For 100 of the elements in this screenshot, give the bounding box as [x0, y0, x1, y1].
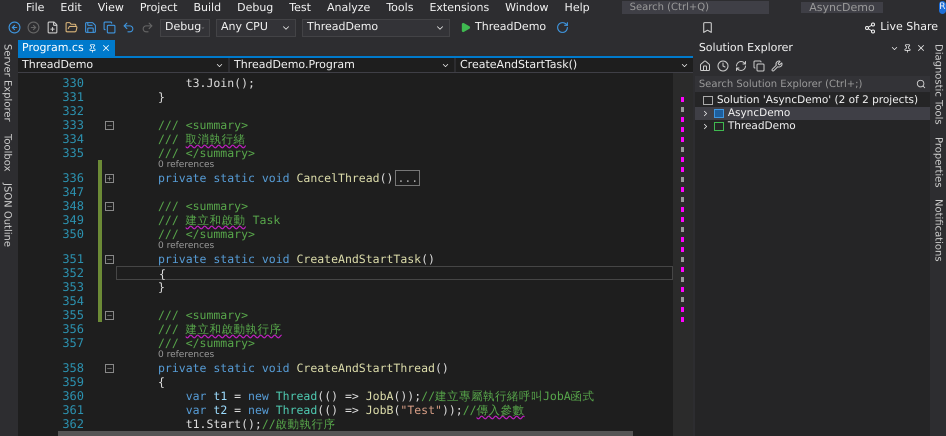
collapse-icon[interactable] [104, 310, 114, 320]
member-dropdown[interactable]: CreateAndStartTask() [456, 58, 693, 72]
search-field[interactable]: Search Solution Explorer (Ctrl+;) [694, 76, 930, 92]
copy-icon[interactable] [752, 60, 765, 72]
code-line: t3.Join(); [184, 76, 256, 90]
code-line: /// </summary> [157, 146, 256, 160]
horizontal-scrollbar[interactable] [58, 431, 633, 436]
collapse-icon[interactable] [104, 202, 114, 210]
collapse-icon[interactable] [104, 254, 114, 264]
code-line: var t2 = new Thread(() => JobB("Test"));//傳入參數 [184, 403, 526, 417]
redo-icon[interactable] [141, 21, 154, 34]
menu-item[interactable]: Debug [237, 2, 274, 13]
back-icon[interactable] [8, 21, 21, 34]
play-icon [460, 22, 471, 33]
tool-window-tab[interactable]: Toolbox [0, 134, 14, 172]
code-line: /// </summary> [157, 227, 256, 241]
references-codelens[interactable]: 0 references [158, 350, 214, 361]
tool-window-tab[interactable]: Notifications [930, 199, 946, 262]
menu-item[interactable]: File [26, 2, 44, 13]
menu-item[interactable]: Window [505, 2, 549, 13]
code-line: var t1 = new Thread(() => JobA());//建立專屬執行緒呼叫JobA函式 [184, 389, 596, 403]
line-number: 336 [61, 171, 85, 185]
line-number: 335 [61, 146, 85, 160]
refresh-icon[interactable] [556, 21, 570, 34]
platform-dropdown[interactable]: Any CPU [216, 18, 296, 36]
code-line: private static void CancelThread() ... [157, 171, 422, 185]
tool-window-tab[interactable]: Server Explorer [0, 44, 14, 122]
line-number: 333 [61, 118, 85, 132]
line-number: 359 [61, 375, 85, 389]
code-line: /// </summary> [157, 336, 256, 350]
class-dropdown[interactable]: ThreadDemo.Program [230, 58, 454, 72]
line-number: 356 [61, 322, 85, 336]
references-codelens[interactable]: 0 references [158, 160, 214, 171]
collapse-icon[interactable] [104, 120, 114, 130]
search-icon [916, 79, 926, 89]
menu-item[interactable]: View [98, 2, 124, 13]
startup-project-dropdown[interactable]: ThreadDemo [302, 18, 450, 36]
home-icon[interactable] [698, 60, 711, 72]
line-number: 362 [61, 417, 85, 431]
vertical-scrollbar[interactable] [672, 73, 693, 436]
panel-title: Solution Explorer [698, 40, 793, 56]
code-line: /// <summary> [157, 308, 250, 322]
references-codelens[interactable]: 0 references [158, 241, 214, 252]
avatar[interactable]: R [938, 1, 946, 14]
save-icon[interactable] [84, 21, 97, 34]
line-number: 330 [61, 76, 85, 90]
line-number: 334 [61, 132, 85, 146]
code-line: /// 取消執行緒 [157, 132, 247, 146]
tool-window-tab[interactable]: Properties [930, 136, 946, 188]
clock-icon[interactable] [716, 60, 729, 72]
line-number: 360 [61, 389, 85, 403]
menu-item[interactable]: Build [193, 2, 222, 13]
code-line: { [157, 375, 166, 389]
undo-icon[interactable] [122, 21, 135, 34]
line-number: 331 [61, 90, 85, 104]
pin-icon[interactable] [903, 44, 912, 52]
folder-icon[interactable] [65, 21, 78, 34]
line-number: 354 [61, 294, 85, 308]
tool-window-tab[interactable]: Diagnostic Tools [930, 44, 946, 125]
new-file-icon[interactable] [46, 21, 59, 34]
menu-item[interactable]: Extensions [429, 2, 490, 13]
line-number: 351 [61, 252, 85, 266]
forward-icon[interactable] [27, 21, 40, 34]
line-number: 355 [61, 308, 85, 322]
project-dropdown[interactable]: ThreadDemo [18, 58, 228, 72]
close-icon[interactable] [916, 43, 926, 53]
tree-item[interactable]: Solution 'AsyncDemo' (2 of 2 projects) [694, 94, 930, 107]
code-line: /// <summary> [157, 118, 250, 132]
code-line: /// <summary> [157, 199, 250, 213]
menu-item[interactable]: Analyze [326, 2, 370, 13]
code-line: private static void CreateAndStartTask() [157, 252, 436, 266]
collapse-icon[interactable] [104, 364, 114, 372]
line-number: 347 [61, 185, 85, 199]
bookmark-icon[interactable] [701, 21, 714, 34]
settings-icon[interactable] [770, 60, 783, 72]
line-number: 350 [61, 227, 85, 241]
menu-item[interactable]: Help [564, 2, 590, 13]
search-field[interactable]: Search (Ctrl+Q) [622, 1, 770, 14]
live-share-button[interactable]: Live Share [864, 19, 938, 36]
tool-window-tab[interactable]: JSON Outline [0, 183, 14, 248]
line-number: 348 [61, 199, 85, 213]
menu-item[interactable]: Tools [386, 2, 414, 13]
menu-item[interactable]: Test [289, 2, 311, 13]
tree-item[interactable]: ThreadDemo [694, 120, 930, 133]
code-line: t1.Start();//啟動執行序 [184, 417, 337, 431]
line-number: 353 [61, 280, 85, 294]
code-line: } [157, 90, 166, 104]
window-title: AsyncDemo [801, 2, 883, 13]
code-line: /// 建立和啟動 Task [157, 213, 282, 227]
code-line: } [157, 280, 166, 294]
line-number: 361 [61, 403, 85, 417]
line-number: 332 [61, 104, 85, 118]
menu-item[interactable]: Edit [60, 2, 82, 13]
code-line: /// 建立和啟動執行序 [157, 322, 283, 336]
line-number: 352 [61, 266, 85, 280]
configuration-dropdown[interactable]: Debug [160, 18, 210, 36]
menu-item[interactable]: Project [140, 2, 178, 13]
start-button[interactable]: ThreadDemo [456, 19, 550, 36]
tree-item[interactable]: AsyncDemo [694, 107, 930, 120]
sync-icon[interactable] [734, 60, 747, 72]
